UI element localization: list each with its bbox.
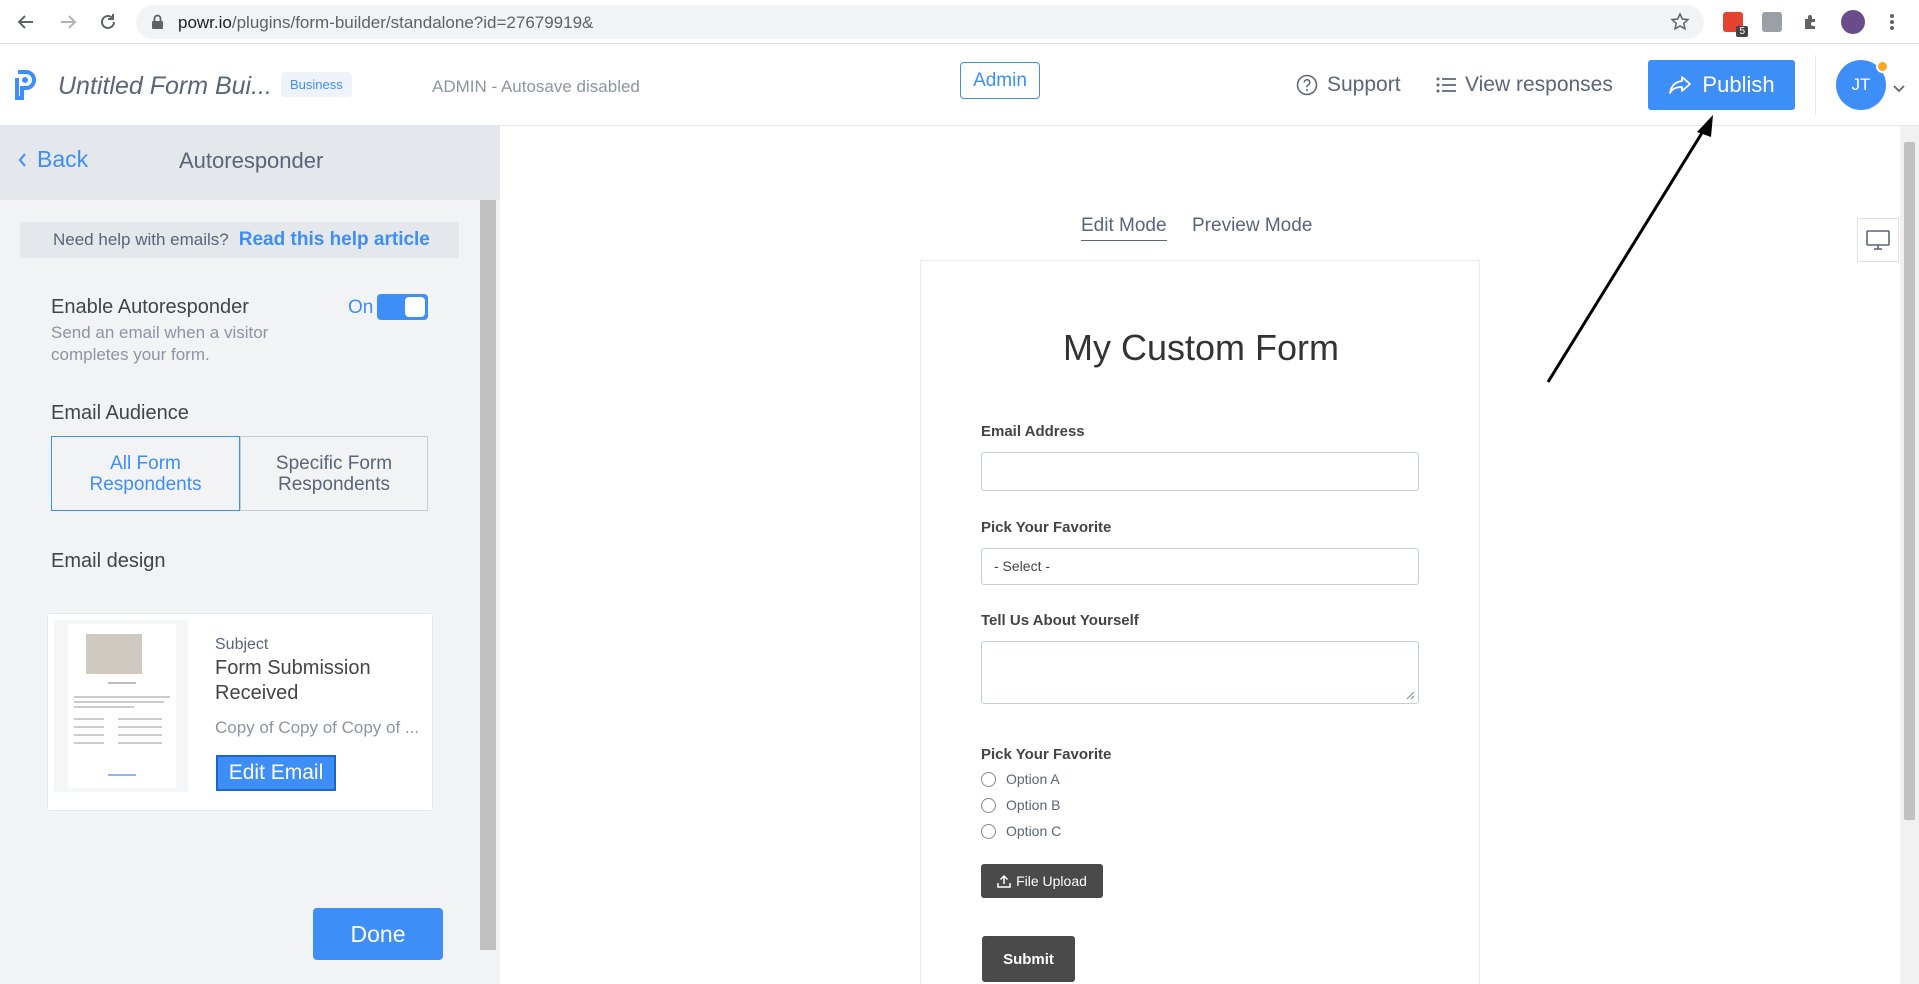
chevron-down-icon[interactable] — [1893, 80, 1905, 98]
view-responses-label: View responses — [1465, 73, 1613, 96]
form-heading[interactable]: My Custom Form — [921, 327, 1481, 369]
audience-all-respondents[interactable]: All Form Respondents — [51, 436, 240, 511]
bookmark-star-icon[interactable] — [1670, 12, 1690, 37]
done-button[interactable]: Done — [313, 908, 443, 960]
file-upload-label: File Upload — [1016, 873, 1087, 889]
radio-option-a[interactable]: Option A — [981, 771, 1060, 787]
back-arrow-icon[interactable] — [14, 10, 38, 34]
file-upload-button[interactable]: File Upload — [981, 864, 1103, 898]
powr-logo-icon[interactable] — [12, 68, 38, 105]
upload-icon — [997, 874, 1011, 888]
toggle-knob — [405, 297, 425, 317]
canvas-scrollbar[interactable] — [1900, 126, 1919, 984]
radio-option-b[interactable]: Option B — [981, 797, 1060, 813]
radio-group-label: Pick Your Favorite — [981, 746, 1112, 763]
panel-scrollbar[interactable] — [480, 200, 496, 950]
autosave-status: ADMIN - Autosave disabled — [432, 77, 640, 96]
admin-button[interactable]: Admin — [960, 62, 1040, 99]
radio-option-label: Option C — [1006, 823, 1062, 839]
subject-label: Subject — [215, 636, 269, 653]
edit-email-button[interactable]: Edit Email — [216, 755, 336, 791]
back-button[interactable]: Back — [18, 146, 88, 173]
enable-autoresponder-description: Send an email when a visitor completes y… — [51, 323, 269, 364]
header-divider — [1815, 55, 1816, 115]
plan-badge: Business — [281, 72, 352, 97]
help-text: Need help with emails? — [53, 230, 229, 249]
panel-header: Back Autoresponder — [0, 126, 500, 200]
help-banner: Need help with emails? Read this help ar… — [20, 222, 459, 258]
url-text: powr.io/plugins/form-builder/standalone?… — [178, 13, 594, 32]
list-icon — [1436, 77, 1456, 93]
forward-arrow-icon[interactable] — [56, 10, 80, 34]
enable-autoresponder-title: Enable Autoresponder — [51, 296, 249, 318]
email-audience-title: Email Audience — [51, 402, 189, 424]
chevron-left-icon — [18, 152, 26, 167]
share-arrow-icon — [1669, 76, 1692, 94]
radio-option-label: Option A — [1006, 771, 1060, 787]
extension-badge: 5 — [1736, 26, 1748, 37]
reload-icon[interactable] — [96, 10, 120, 34]
about-textarea[interactable] — [981, 641, 1419, 704]
back-label: Back — [37, 146, 89, 172]
browser-toolbar: powr.io/plugins/form-builder/standalone?… — [0, 0, 1919, 44]
view-responses-link[interactable]: View responses — [1436, 73, 1613, 97]
audience-specific-respondents[interactable]: Specific Form Respondents — [240, 436, 428, 511]
submit-button[interactable]: Submit — [982, 936, 1075, 982]
toggle-state-label: On — [348, 297, 374, 318]
resize-handle-icon[interactable] — [1405, 690, 1415, 700]
radio-option-c[interactable]: Option C — [981, 823, 1061, 839]
radio-option-label: Option B — [1006, 797, 1061, 813]
dropdown-field-label: Pick Your Favorite — [981, 519, 1112, 536]
email-design-card: Subject Form Submission Received Copy of… — [47, 613, 433, 811]
tab-edit-mode[interactable]: Edit Mode — [1081, 215, 1167, 241]
support-label: Support — [1327, 73, 1401, 96]
email-preview-thumbnail[interactable] — [54, 620, 188, 792]
puzzle-extensions-icon[interactable] — [1799, 10, 1823, 34]
app-header: Untitled Form Bui... Business ADMIN - Au… — [0, 45, 1919, 126]
browser-profile-avatar[interactable] — [1841, 10, 1865, 34]
email-field[interactable] — [981, 452, 1419, 491]
help-article-link[interactable]: Read this help article — [239, 229, 430, 251]
radio-button[interactable] — [981, 771, 996, 787]
panel-title: Autoresponder — [179, 148, 324, 173]
todoist-extension-icon[interactable]: 5 — [1721, 10, 1748, 37]
subject-value: Form Submission Received — [215, 657, 371, 704]
publish-label: Publish — [1702, 72, 1775, 97]
scroll-thumb[interactable] — [1904, 142, 1915, 820]
form-title[interactable]: Untitled Form Bui... — [58, 72, 272, 101]
help-circle-icon — [1296, 74, 1318, 96]
desktop-preview-icon[interactable] — [1857, 218, 1899, 262]
publish-button[interactable]: Publish — [1648, 60, 1795, 110]
profile-extension-icon[interactable] — [1760, 10, 1784, 34]
browser-menu-icon[interactable] — [1880, 10, 1904, 34]
textarea-field-label: Tell Us About Yourself — [981, 612, 1139, 629]
form-preview-card: My Custom Form Email Address Pick Your F… — [920, 260, 1480, 984]
email-field-label: Email Address — [981, 423, 1085, 440]
address-bar[interactable]: powr.io/plugins/form-builder/standalone?… — [136, 5, 1704, 39]
form-canvas: Edit Mode Preview Mode My Custom Form Em… — [500, 126, 1919, 984]
autoresponder-toggle[interactable] — [377, 294, 428, 320]
email-design-title: Email design — [51, 550, 166, 572]
favorite-select[interactable]: - Select - — [981, 548, 1419, 585]
lock-icon — [151, 14, 164, 35]
notification-dot — [1876, 60, 1889, 73]
support-link[interactable]: Support — [1296, 73, 1401, 97]
email-body-preview: Copy of Copy of Copy of ... — [215, 718, 420, 737]
autoresponder-panel: Back Autoresponder Need help with emails… — [0, 126, 500, 984]
radio-button[interactable] — [981, 797, 996, 813]
tab-preview-mode[interactable]: Preview Mode — [1192, 215, 1312, 237]
radio-button[interactable] — [981, 823, 996, 839]
